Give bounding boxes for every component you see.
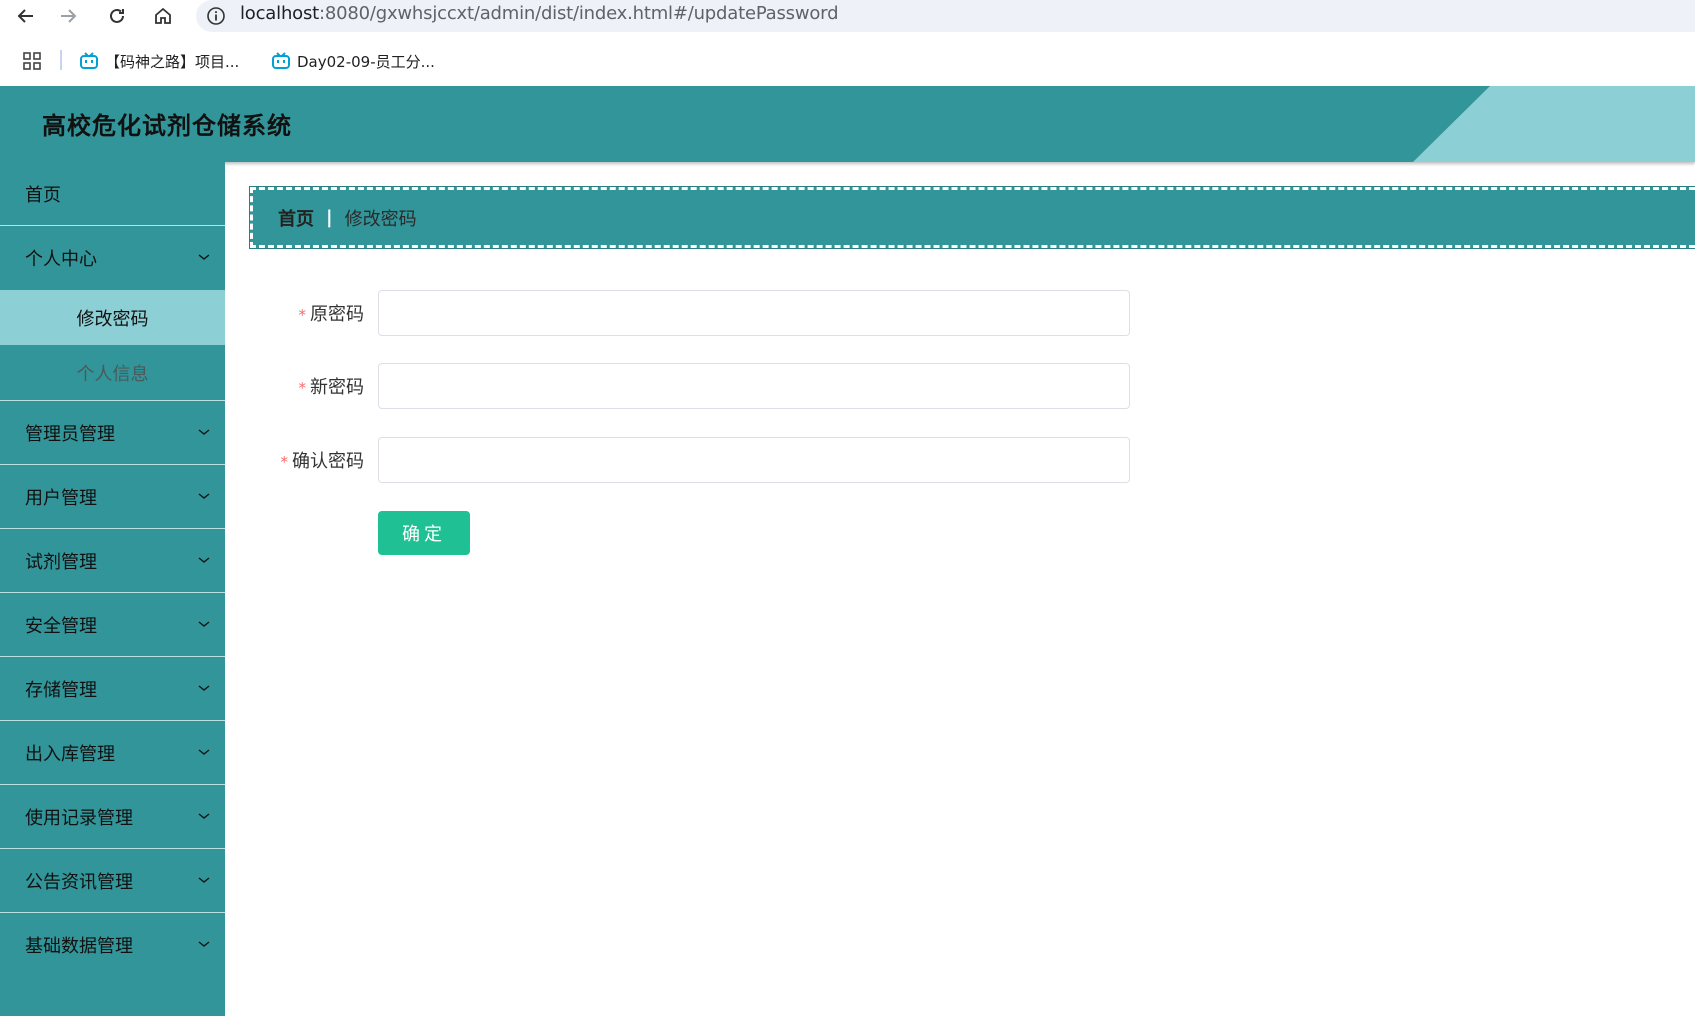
reload-icon <box>110 8 124 23</box>
required-mark: * <box>280 453 289 471</box>
sidebar-item-basic-data-management[interactable]: 基础数据管理 <box>0 913 225 977</box>
sidebar-item-usage-record-management[interactable]: 使用记录管理 <box>0 785 225 849</box>
app-header: 高校危化试剂仓储系统 <box>0 86 1695 162</box>
sidebar-item-label: 使用记录管理 <box>25 807 133 829</box>
new-password-row: * 新密码 <box>250 363 1130 409</box>
sidebar-item-label: 首页 <box>25 184 61 206</box>
confirm-password-label: * 确认密码 <box>281 447 365 473</box>
sidebar-item-label: 试剂管理 <box>25 551 97 573</box>
sidebar-item-reagent-management[interactable]: 试剂管理 <box>0 529 225 593</box>
old-password-input[interactable] <box>378 290 1130 336</box>
apps-grid-icon[interactable] <box>22 51 42 71</box>
breadcrumb: 首页 | 修改密码 <box>249 186 1695 249</box>
bookmark-item[interactable]: 【码神之路】项目... <box>79 49 239 73</box>
bookmark-label: Day02-09-员工分... <box>297 52 435 71</box>
url-host: localhost <box>240 3 319 24</box>
bookmark-separator <box>60 50 62 70</box>
chevron-down-icon <box>198 813 210 819</box>
field-label: 原密码 <box>310 304 364 325</box>
sidebar-item-label: 管理员管理 <box>25 423 115 445</box>
new-password-input[interactable] <box>378 363 1130 409</box>
confirm-password-row: * 确认密码 <box>250 437 1130 483</box>
chevron-down-icon <box>198 493 210 499</box>
confirm-password-input[interactable] <box>378 437 1130 483</box>
bilibili-tv-icon <box>272 52 290 69</box>
sidebar-item-inout-management[interactable]: 出入库管理 <box>0 721 225 785</box>
chevron-down-icon <box>198 941 210 947</box>
sidebar-item-label: 存储管理 <box>25 679 97 701</box>
sidebar-subitem-update-password[interactable]: 修改密码 <box>0 290 225 345</box>
sidebar-subitem-label: 修改密码 <box>76 308 149 330</box>
personal-center-submenu: 修改密码 个人信息 <box>0 290 225 401</box>
url-path: :8080/gxwhsjccxt/admin/dist/index.html#/… <box>319 3 839 24</box>
home-icon <box>155 7 171 24</box>
chevron-down-icon <box>198 621 210 627</box>
sidebar: 首页 个人中心 修改密码 个人信息 管理员管理 用户管理 试剂管理 安全管理 存… <box>0 162 225 1016</box>
url-text[interactable]: localhost:8080/gxwhsjccxt/admin/dist/ind… <box>240 3 838 24</box>
chevron-down-icon <box>198 749 210 755</box>
reload-button[interactable] <box>104 3 130 29</box>
sidebar-item-label: 个人中心 <box>25 249 97 270</box>
back-button[interactable] <box>13 3 39 29</box>
chevron-down-icon <box>198 685 210 691</box>
sidebar-item-personal-center[interactable]: 个人中心 <box>0 226 225 290</box>
bookmark-item[interactable]: Day02-09-员工分... <box>271 49 435 73</box>
sidebar-item-announcement-management[interactable]: 公告资讯管理 <box>0 849 225 913</box>
chevron-down-icon <box>198 557 210 563</box>
required-mark: * <box>298 379 307 397</box>
app-title: 高校危化试剂仓储系统 <box>42 112 292 140</box>
sidebar-item-label: 安全管理 <box>25 615 97 637</box>
arrow-right-icon <box>61 9 77 23</box>
sidebar-item-admin-management[interactable]: 管理员管理 <box>0 401 225 465</box>
sidebar-item-label: 公告资讯管理 <box>25 871 133 893</box>
chevron-down-icon <box>198 877 210 883</box>
old-password-label: * 原密码 <box>299 300 365 326</box>
field-label: 新密码 <box>310 377 364 398</box>
sidebar-item-label: 用户管理 <box>25 487 97 509</box>
field-label: 确认密码 <box>292 451 364 472</box>
forward-button[interactable] <box>55 3 81 29</box>
sidebar-item-home[interactable]: 首页 <box>0 162 225 226</box>
address-bar[interactable]: localhost:8080/gxwhsjccxt/admin/dist/ind… <box>196 0 1695 32</box>
sidebar-item-safety-management[interactable]: 安全管理 <box>0 593 225 657</box>
new-password-label: * 新密码 <box>299 373 365 399</box>
sidebar-item-label: 出入库管理 <box>25 743 115 765</box>
chevron-down-icon <box>198 254 210 260</box>
submit-button[interactable]: 确定 <box>378 511 470 555</box>
sidebar-subitem-label: 个人信息 <box>76 363 149 385</box>
bilibili-tv-icon <box>80 52 98 69</box>
bookmark-label: 【码神之路】项目... <box>105 52 240 71</box>
sidebar-item-storage-management[interactable]: 存储管理 <box>0 657 225 721</box>
bookmark-bar: 【码神之路】项目... Day02-09-员工分... <box>0 40 1695 80</box>
chevron-down-icon <box>198 429 210 435</box>
sidebar-item-label: 基础数据管理 <box>25 936 133 957</box>
browser-toolbar: localhost:8080/gxwhsjccxt/admin/dist/ind… <box>0 0 1695 32</box>
home-button[interactable] <box>150 3 176 29</box>
breadcrumb-current: 修改密码 <box>344 208 417 230</box>
arrow-left-icon <box>17 9 33 23</box>
old-password-row: * 原密码 <box>250 290 1130 336</box>
sidebar-item-user-management[interactable]: 用户管理 <box>0 465 225 529</box>
breadcrumb-separator: | <box>326 207 333 228</box>
sidebar-subitem-personal-info[interactable]: 个人信息 <box>0 345 225 400</box>
required-mark: * <box>298 306 307 324</box>
breadcrumb-home[interactable]: 首页 <box>278 205 314 231</box>
info-icon[interactable] <box>206 6 226 26</box>
